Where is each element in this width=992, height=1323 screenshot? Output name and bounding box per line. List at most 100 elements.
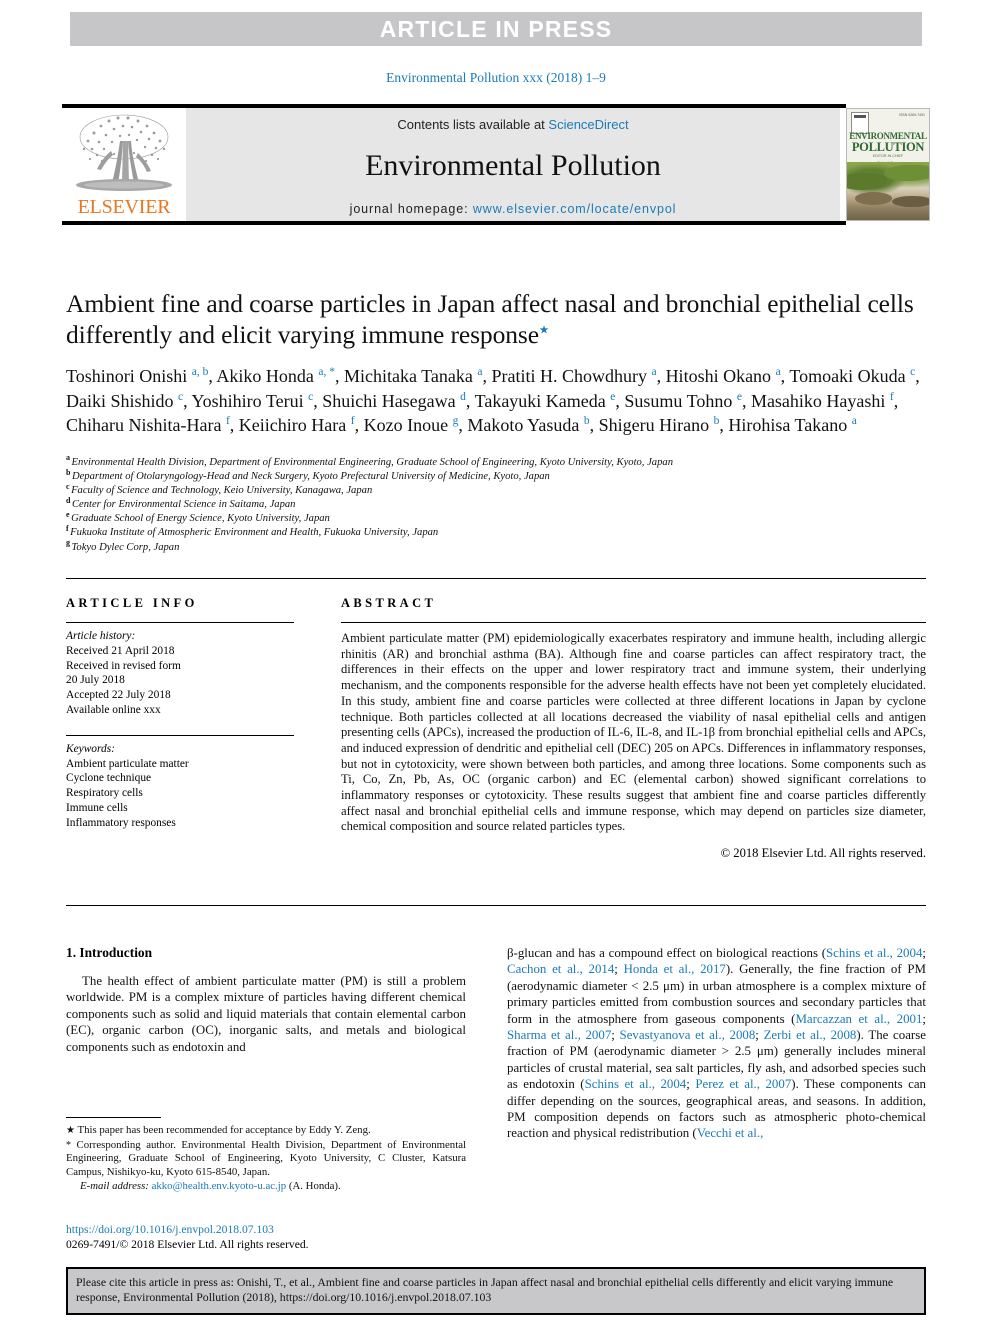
article-in-press-label: ARTICLE IN PRESS [379, 15, 613, 42]
article-history-item: Received 21 April 2018 [66, 644, 175, 657]
author-separator: , [313, 390, 323, 411]
journal-cover-thumbnail: ISSN 0269-7491 ENVIRONMENTAL POLLUTION E… [846, 108, 930, 221]
keywords-block: Keywords: Ambient particulate matter Cycl… [66, 734, 294, 831]
introduction-paragraph-left: The health effect of ambient particulate… [66, 974, 466, 1054]
title-block: Ambient fine and coarse particles in Jap… [66, 288, 926, 438]
abstract-rule [341, 622, 926, 623]
body-column-left: 1. Introduction The health effect of amb… [66, 945, 466, 1055]
citation-link[interactable]: Sharma et al., 2007 [507, 1028, 611, 1042]
author-separator: , [719, 415, 729, 435]
author-name: Hitoshi Okano [665, 366, 776, 386]
keywords-items: Ambient particulate matter Cyclone techni… [66, 757, 294, 831]
citation-link[interactable]: Schins et al., 2004 [826, 946, 922, 960]
author-separator: , [229, 415, 239, 435]
cover-issn: ISSN 0269-7491 [899, 113, 925, 117]
author-name: Toshinori Onishi [66, 366, 192, 386]
keyword-item: Respiratory cells [66, 787, 143, 800]
author-separator: , [465, 390, 475, 411]
affiliation-text: Faculty of Science and Technology, Keio … [71, 485, 373, 497]
footnote-email-line: E-mail address: akko@health.env.kyoto-u.… [66, 1180, 466, 1194]
citation-link[interactable]: Zerbi et al., 2008 [764, 1028, 857, 1042]
journal-homepage-link[interactable]: www.elsevier.com/locate/envpol [473, 202, 676, 216]
contents-lists-line: Contents lists available at ScienceDirec… [186, 117, 840, 132]
author-name: Michitaka Tanaka [343, 366, 478, 386]
abstract-text: Ambient particulate matter (PM) epidemio… [341, 631, 926, 834]
author-name: Akiko Honda [216, 366, 319, 386]
email-link[interactable]: akko@health.env.kyoto-u.ac.jp [152, 1180, 287, 1192]
affiliation-item: g Tokyo Dylec Corp, Japan [66, 539, 926, 555]
footnote-star: ★ This paper has been recommended for ac… [66, 1124, 466, 1138]
author-name: Hirohisa Takano [728, 415, 852, 435]
cover-title-line2: POLLUTION [851, 140, 925, 154]
author-name: Daiki Shishido [66, 390, 179, 411]
body-text-run: ; [922, 946, 926, 960]
affiliation-mark: b [66, 467, 71, 477]
homepage-prefix: journal homepage: [349, 202, 473, 216]
journal-article-page: ARTICLE IN PRESS Environmental Pollution… [0, 0, 992, 1323]
doi-block: https://doi.org/10.1016/j.envpol.2018.07… [66, 1222, 466, 1252]
abstract-bottom-rule [66, 905, 926, 906]
keywords-rule [66, 734, 294, 736]
citation-link[interactable]: Perez et al., 2007 [695, 1077, 791, 1091]
article-history-items: Received 21 April 2018 Received in revise… [66, 644, 294, 718]
elsevier-wordmark: ELSEVIER [77, 196, 171, 218]
keywords-label: Keywords: [66, 742, 115, 755]
elsevier-logo: ELSEVIER [62, 108, 186, 221]
email-label: E-mail address: [80, 1180, 149, 1193]
affiliation-text: Center for Environmental Science in Sait… [71, 499, 296, 511]
contents-prefix: Contents lists available at [397, 117, 549, 132]
article-info-heading: ARTICLE INFO [66, 596, 198, 610]
masthead-bottom-rule [62, 221, 846, 225]
article-in-press-banner: ARTICLE IN PRESS [70, 12, 922, 46]
author-affiliation-mark: a, * [318, 366, 335, 378]
affiliation-item: a Environmental Health Division, Departme… [66, 453, 926, 470]
affiliation-item: e Graduate School of Energy Science, Kyot… [66, 510, 926, 526]
article-info-column: Article history: Received 21 April 2018 R… [66, 622, 294, 831]
citation-link[interactable]: Cachon et al., 2014 [507, 962, 614, 976]
author-name: Yoshihiro Terui [191, 390, 309, 411]
citation-link[interactable]: Marcazzan et al., 2001 [795, 1012, 922, 1026]
affiliation-text: Department of Otolaryngology-Head and Ne… [71, 471, 550, 483]
affiliation-item: d Center for Environmental Science in Sai… [66, 495, 926, 512]
email-owner: (A. Honda). [288, 1180, 341, 1193]
citation-link[interactable]: Schins et al., 2004 [585, 1077, 687, 1091]
issn-copyright-line: 0269-7491/© 2018 Elsevier Ltd. All right… [66, 1238, 309, 1251]
author-name: Shuichi Hasegawa [322, 390, 461, 411]
cite-this-article-text: Please cite this article in press as: On… [76, 1275, 894, 1305]
body-text-run: ; [686, 1077, 696, 1092]
footnote-corr-mark: * [66, 1139, 71, 1151]
affiliation-mark: a [66, 453, 70, 463]
affiliation-item: c Faculty of Science and Technology, Keio… [66, 481, 926, 498]
citation-link[interactable]: Vecchi et al., [697, 1126, 764, 1140]
author-name: Shigeru Hirano [598, 415, 714, 435]
footnote-star-text: This paper has been recommended for acce… [77, 1124, 371, 1136]
citation-link[interactable]: Honda et al., 2017 [624, 962, 726, 976]
masthead-center-panel: Contents lists available at ScienceDirec… [186, 108, 840, 221]
footnotes-block: ★ This paper has been recommended for ac… [66, 1124, 466, 1195]
author-separator: , [656, 366, 666, 386]
citation-link[interactable]: Sevastyanova et al., 2008 [620, 1028, 756, 1042]
journal-title: Environmental Pollution [365, 149, 661, 182]
author-name: Tomoaki Okuda [789, 366, 911, 386]
abstract-heading: ABSTRACT [341, 596, 437, 610]
affiliation-mark: d [66, 495, 71, 505]
affiliation-text: Graduate School of Energy Science, Kyoto… [71, 513, 330, 525]
doi-link[interactable]: https://doi.org/10.1016/j.envpol.2018.07… [66, 1222, 466, 1237]
info-section-top-rule [66, 578, 926, 579]
author-affiliation-mark: a, b [191, 366, 209, 378]
title-footnote-mark: ★ [538, 324, 550, 337]
author-separator: , [893, 390, 899, 411]
author-separator: , [334, 366, 344, 386]
elsevier-tree-icon [68, 111, 180, 197]
author-separator: , [589, 415, 599, 435]
keyword-item: Cyclone technique [66, 772, 152, 785]
sciencedirect-link[interactable]: ScienceDirect [548, 117, 628, 132]
author-separator: , [458, 415, 468, 435]
affiliation-text: Fukuoka Institute of Atmospheric Environ… [70, 527, 439, 539]
article-history-item: 20 July 2018 [66, 674, 125, 687]
introduction-paragraph-right: β-glucan and has a compound effect on bi… [507, 945, 926, 1142]
affiliation-mark: c [66, 481, 70, 491]
article-history-item: Received in revised form [66, 659, 181, 672]
article-info-rule [66, 622, 294, 623]
author-affiliation-mark: a [851, 415, 857, 427]
